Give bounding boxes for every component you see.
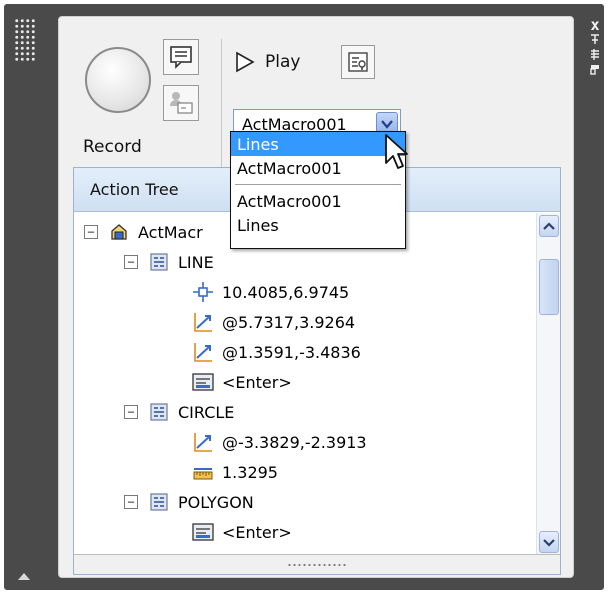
request-user-input-icon[interactable] — [163, 85, 199, 121]
tree-item-label: 1.3295 — [222, 462, 278, 482]
tree-item-polygon[interactable]: − POLYGON — [124, 487, 254, 517]
window-options-icon[interactable] — [586, 63, 604, 78]
dropdown-recent-actmacro001[interactable]: ActMacro001 — [231, 189, 405, 213]
tree-item-label: LINE — [178, 252, 214, 272]
collapse-icon[interactable]: − — [84, 225, 98, 239]
auto-hide-icon[interactable] — [586, 33, 604, 48]
tree-item-label: CIRCLE — [178, 402, 235, 422]
collapse-icon[interactable]: − — [124, 405, 138, 419]
tree-item-label: @1.3591,-3.4836 — [222, 342, 361, 362]
resize-splitter[interactable] — [74, 554, 560, 574]
distance-icon — [192, 461, 214, 483]
dropdown-recent-lines[interactable]: Lines — [231, 213, 405, 237]
play-label: Play — [265, 52, 301, 72]
tree-item-relative-point[interactable]: @5.7317,3.9264 — [192, 307, 355, 337]
recorder-panel: Record Play ActMacro001 Action Tree − Ac… — [58, 16, 574, 578]
mouse-cursor-icon — [384, 133, 410, 177]
tree-item-distance[interactable]: 1.3295 — [192, 457, 278, 487]
tree-item-relative-point[interactable]: @1.3591,-3.4836 — [192, 337, 361, 367]
tree-item-label: @-3.3829,-2.3913 — [222, 432, 367, 452]
tree-item-label: POLYGON — [178, 492, 254, 512]
command-icon — [148, 401, 170, 423]
scroll-up-icon[interactable] — [539, 215, 559, 237]
tree-item-label: <Enter> — [222, 522, 292, 542]
tree-item-enter[interactable]: <Enter> — [192, 517, 292, 547]
record-button[interactable] — [85, 47, 151, 113]
vertical-scrollbar[interactable] — [536, 213, 560, 556]
properties-icon[interactable] — [586, 48, 604, 63]
enter-icon — [192, 521, 214, 543]
preference-settings-icon[interactable] — [341, 45, 375, 79]
collapse-icon[interactable]: − — [124, 495, 138, 509]
dropdown-separator — [231, 180, 405, 189]
record-label: Record — [83, 137, 142, 157]
enter-icon — [192, 371, 214, 393]
action-tree-body: − ActMacr − LINE 10.4085,6.9745 @5.7317,… — [74, 213, 532, 556]
tree-root-label: ActMacr — [138, 222, 203, 242]
tree-root[interactable]: − ActMacr — [84, 217, 203, 247]
command-icon — [148, 491, 170, 513]
play-button[interactable]: Play — [235, 51, 300, 73]
dropdown-item-actmacro001[interactable]: ActMacro001 — [231, 156, 405, 180]
action-recorder-palette: x Record Play ActMacro001 Action Tree − … — [0, 0, 608, 594]
tree-item-point[interactable]: 10.4085,6.9745 — [192, 277, 349, 307]
play-icon — [236, 51, 255, 73]
title-bar-controls: x — [586, 18, 604, 78]
relative-point-icon — [192, 341, 214, 363]
tree-item-enter[interactable]: <Enter> — [192, 367, 292, 397]
scroll-down-icon[interactable] — [539, 531, 559, 553]
point-icon — [192, 281, 214, 303]
insert-message-icon[interactable] — [163, 39, 199, 75]
tree-item-label: 10.4085,6.9745 — [222, 282, 350, 302]
move-grip[interactable] — [14, 18, 36, 62]
tree-item-circle[interactable]: − CIRCLE — [124, 397, 234, 427]
relative-point-icon — [192, 311, 214, 333]
close-icon[interactable]: x — [586, 18, 604, 33]
expand-panel-icon[interactable] — [18, 573, 30, 580]
tree-item-label: <Enter> — [222, 372, 292, 392]
relative-point-icon — [192, 431, 214, 453]
scrollbar-thumb[interactable] — [539, 259, 559, 315]
toolbar-separator — [221, 39, 222, 179]
macro-icon — [108, 221, 130, 243]
macro-dropdown-list: Lines ActMacro001 ActMacro001 Lines — [230, 131, 406, 249]
collapse-icon[interactable]: − — [124, 255, 138, 269]
dropdown-item-lines[interactable]: Lines — [231, 132, 405, 156]
tree-item-line[interactable]: − LINE — [124, 247, 214, 277]
tree-item-label: @5.7317,3.9264 — [222, 312, 356, 332]
tree-item-relative-point[interactable]: @-3.3829,-2.3913 — [192, 427, 367, 457]
command-icon — [148, 251, 170, 273]
